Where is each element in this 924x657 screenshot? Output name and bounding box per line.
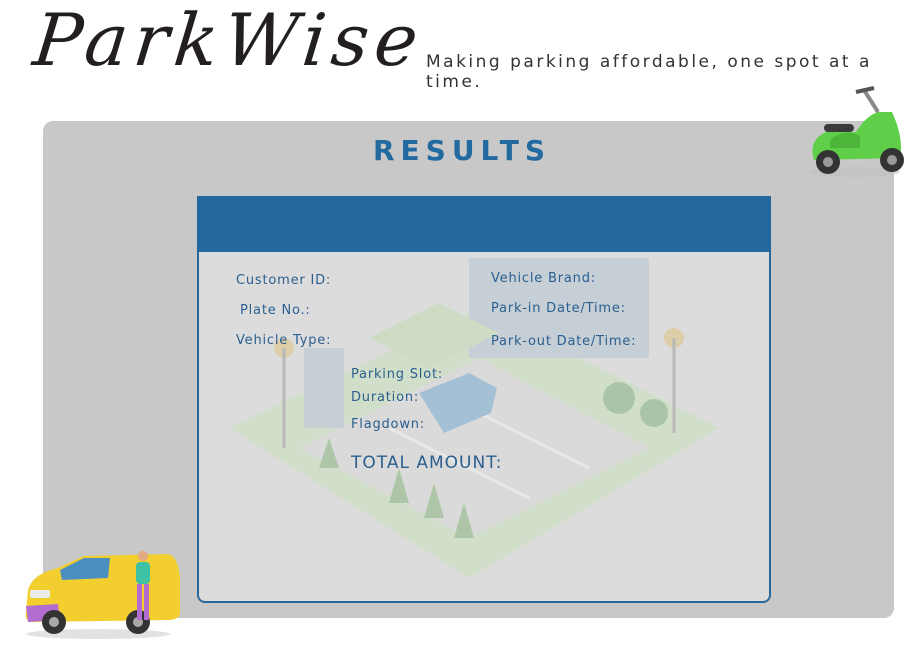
logo: ParkWise (29, 0, 428, 82)
vehicle-type-label: Vehicle Type: (236, 333, 332, 348)
duration-label: Duration: (351, 390, 420, 405)
park-in-label: Park-in Date/Time: (491, 301, 626, 316)
parking-slot-label: Parking Slot: (351, 367, 444, 382)
parking-lot-illustration (229, 258, 719, 578)
vehicle-brand-label: Vehicle Brand: (491, 271, 596, 286)
customer-id-label: Customer ID: (236, 273, 332, 288)
results-card: Customer ID: Plate No.: Vehicle Type: Ve… (197, 196, 771, 603)
van-with-person-illustration (25, 551, 180, 639)
flagdown-label: Flagdown: (351, 417, 425, 432)
total-amount-label: TOTAL AMOUNT: (351, 453, 503, 473)
park-out-label: Park-out Date/Time: (491, 334, 637, 349)
card-header (199, 198, 769, 252)
plate-no-label: Plate No.: (240, 303, 311, 318)
results-title: RESULTS (372, 134, 552, 167)
